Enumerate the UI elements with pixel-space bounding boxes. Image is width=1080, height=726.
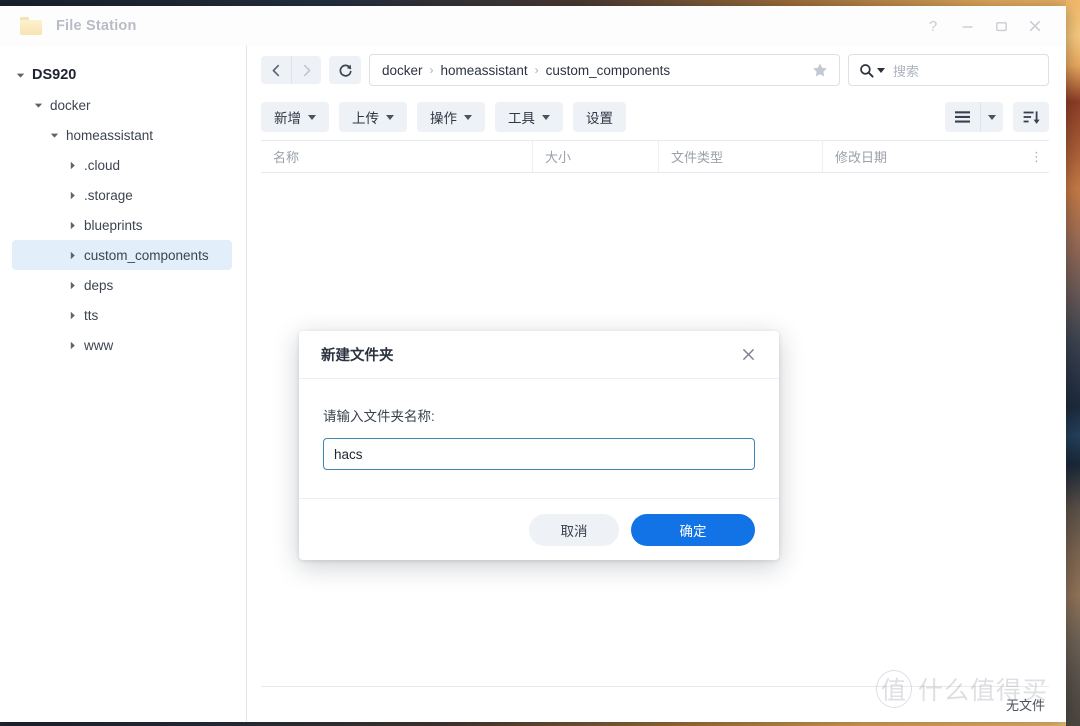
upload-button-label: 上传 bbox=[352, 111, 379, 126]
settings-button[interactable]: 设置 bbox=[573, 102, 626, 132]
folder-tree-sidebar[interactable]: DS920 docker homeassistant .cloud .stora… bbox=[0, 46, 247, 722]
window-controls: ? bbox=[918, 6, 1050, 46]
chevron-right-icon[interactable] bbox=[64, 191, 80, 200]
path-breadcrumb-bar[interactable]: docker › homeassistant › custom_componen… bbox=[369, 54, 840, 86]
sidebar-item-label: DS920 bbox=[32, 67, 77, 83]
sidebar-item-label: blueprints bbox=[84, 217, 143, 233]
cancel-button[interactable]: 取消 bbox=[529, 513, 619, 546]
folder-icon bbox=[20, 17, 42, 35]
column-header-name[interactable]: 名称 bbox=[261, 141, 532, 172]
sort-descending-icon[interactable] bbox=[1013, 102, 1049, 132]
window-titlebar: File Station ? bbox=[0, 6, 1066, 46]
chevron-right-icon[interactable] bbox=[64, 341, 80, 350]
chevron-down-icon[interactable] bbox=[12, 71, 28, 80]
folder-name-label: 请输入文件夹名称: bbox=[323, 409, 435, 424]
sidebar-item-cloud[interactable]: .cloud bbox=[12, 150, 232, 180]
breadcrumb-separator: › bbox=[429, 63, 434, 77]
app-title: File Station bbox=[56, 18, 137, 34]
sidebar-item-label: deps bbox=[84, 277, 114, 293]
sidebar-item-label: homeassistant bbox=[66, 127, 154, 143]
sidebar-item-label: .cloud bbox=[84, 157, 121, 173]
status-bar: 无文件 bbox=[261, 686, 1049, 722]
dialog-title: 新建文件夹 bbox=[321, 348, 394, 364]
breadcrumb-item-custom-components[interactable]: custom_components bbox=[546, 63, 671, 78]
search-icon bbox=[859, 63, 874, 78]
view-mode-chevron-down-icon[interactable] bbox=[980, 102, 1003, 132]
chevron-down-icon[interactable] bbox=[46, 131, 62, 140]
actions-button[interactable]: 操作 bbox=[417, 102, 485, 132]
sidebar-item-label: .storage bbox=[84, 187, 133, 203]
file-list-header: 名称 大小 文件类型 修改日期 ⋮ bbox=[261, 140, 1049, 173]
search-input[interactable]: 搜索 bbox=[848, 54, 1049, 86]
tools-button-label: 工具 bbox=[508, 111, 535, 126]
chevron-right-icon[interactable] bbox=[64, 281, 80, 290]
file-station-window: File Station ? DS920 docker homeassistan… bbox=[0, 6, 1066, 722]
sidebar-item-storage[interactable]: .storage bbox=[12, 180, 232, 210]
action-toolbar: 新增 上传 操作 工具 设置 bbox=[247, 94, 1066, 140]
settings-button-label: 设置 bbox=[586, 111, 613, 126]
chevron-right-icon[interactable] bbox=[64, 161, 80, 170]
actions-button-label: 操作 bbox=[430, 111, 457, 126]
column-header-size[interactable]: 大小 bbox=[532, 141, 658, 172]
dialog-footer: 取消 确定 bbox=[299, 498, 779, 560]
sidebar-item-label: docker bbox=[50, 97, 91, 113]
chevron-right-icon[interactable] bbox=[64, 311, 80, 320]
maximize-icon[interactable] bbox=[986, 11, 1016, 41]
chevron-down-icon bbox=[386, 114, 394, 120]
breadcrumb-separator: › bbox=[534, 63, 539, 77]
sidebar-item-deps[interactable]: deps bbox=[12, 270, 232, 300]
chevron-down-icon[interactable] bbox=[30, 101, 46, 110]
column-options-icon[interactable]: ⋮ bbox=[1025, 141, 1049, 172]
minimize-icon[interactable] bbox=[952, 11, 982, 41]
sidebar-item-label: tts bbox=[84, 307, 99, 323]
sidebar-item-label: custom_components bbox=[84, 247, 209, 263]
sidebar-item-www[interactable]: www bbox=[12, 330, 232, 360]
refresh-icon[interactable] bbox=[329, 56, 361, 84]
chevron-right-icon[interactable] bbox=[64, 251, 80, 260]
column-header-modified-date[interactable]: 修改日期 bbox=[822, 141, 1025, 172]
view-mode-group bbox=[945, 102, 1003, 132]
dialog-body: 请输入文件夹名称: bbox=[299, 379, 779, 498]
sidebar-item-custom-components[interactable]: custom_components bbox=[12, 240, 232, 270]
breadcrumb-item-homeassistant[interactable]: homeassistant bbox=[441, 63, 528, 78]
nav-history-group bbox=[261, 56, 321, 84]
sidebar-item-tts[interactable]: tts bbox=[12, 300, 232, 330]
tools-button[interactable]: 工具 bbox=[495, 102, 563, 132]
sidebar-item-ds920[interactable]: DS920 bbox=[12, 60, 232, 90]
search-placeholder: 搜索 bbox=[893, 63, 920, 79]
forward-icon[interactable] bbox=[291, 56, 321, 84]
breadcrumb-item-docker[interactable]: docker bbox=[382, 63, 423, 78]
chevron-down-icon bbox=[308, 114, 316, 120]
list-view-icon[interactable] bbox=[945, 102, 980, 132]
folder-name-input[interactable] bbox=[323, 438, 755, 470]
sidebar-item-homeassistant[interactable]: homeassistant bbox=[12, 120, 232, 150]
close-icon[interactable] bbox=[1020, 11, 1050, 41]
dialog-header: 新建文件夹 bbox=[299, 331, 779, 379]
column-header-filetype[interactable]: 文件类型 bbox=[658, 141, 822, 172]
sidebar-item-docker[interactable]: docker bbox=[12, 90, 232, 120]
chevron-down-icon bbox=[464, 114, 472, 120]
new-folder-dialog: 新建文件夹 请输入文件夹名称: 取消 确定 bbox=[299, 331, 779, 560]
search-scope-caret-icon[interactable] bbox=[877, 67, 885, 73]
close-icon[interactable] bbox=[735, 342, 761, 368]
sidebar-item-label: www bbox=[84, 337, 114, 353]
status-text: 无文件 bbox=[1005, 698, 1045, 713]
chevron-right-icon[interactable] bbox=[64, 221, 80, 230]
new-button[interactable]: 新增 bbox=[261, 102, 329, 132]
help-button[interactable]: ? bbox=[918, 11, 948, 41]
navigation-bar: docker › homeassistant › custom_componen… bbox=[247, 46, 1066, 94]
star-icon[interactable] bbox=[807, 57, 833, 83]
confirm-button[interactable]: 确定 bbox=[631, 513, 755, 546]
chevron-down-icon bbox=[542, 114, 550, 120]
new-button-label: 新增 bbox=[274, 111, 301, 126]
desktop-wallpaper bbox=[1066, 0, 1080, 726]
upload-button[interactable]: 上传 bbox=[339, 102, 407, 132]
sidebar-item-blueprints[interactable]: blueprints bbox=[12, 210, 232, 240]
back-icon[interactable] bbox=[261, 56, 291, 84]
breadcrumb: docker › homeassistant › custom_componen… bbox=[382, 63, 807, 78]
